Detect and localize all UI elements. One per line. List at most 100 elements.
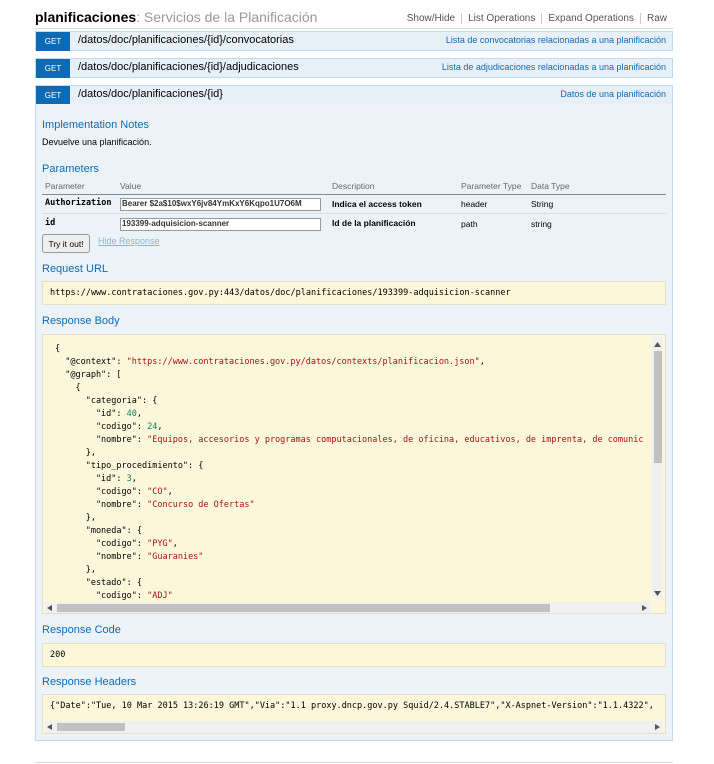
endpoint-path[interactable]: /datos/doc/planificaciones/{id} bbox=[78, 88, 223, 100]
json-string: "Guaranies" bbox=[147, 552, 204, 562]
resource-title: planificaciones: Servicios de la Planifi… bbox=[35, 9, 317, 25]
json-string: "Concurso de Ofertas" bbox=[147, 500, 255, 510]
json-punct: "categoria": { bbox=[55, 396, 158, 406]
horizontal-scrollbar[interactable] bbox=[45, 601, 650, 613]
json-punct: , bbox=[136, 409, 143, 419]
request-url-box: https://www.contrataciones.gov.py:443/da… bbox=[42, 281, 666, 305]
json-punct: , bbox=[167, 487, 173, 497]
expand-operations-link[interactable]: Expand Operations bbox=[548, 13, 634, 24]
method-badge[interactable]: GET bbox=[36, 59, 70, 78]
param-name: id bbox=[45, 218, 56, 228]
code-line: "moneda": { bbox=[55, 525, 644, 538]
endpoint-summary[interactable]: Datos de una planificación bbox=[560, 89, 666, 99]
resource-description: : Servicios de la Planificación bbox=[136, 9, 318, 25]
raw-link[interactable]: Raw bbox=[647, 13, 667, 24]
list-operations-link[interactable]: List Operations bbox=[468, 13, 535, 24]
method-badge[interactable]: GET bbox=[36, 32, 70, 51]
response-body-box[interactable]: { "@context": "https://www.contratacione… bbox=[42, 334, 666, 614]
code-line: }, bbox=[55, 447, 644, 460]
json-punct: "@context": bbox=[55, 357, 127, 367]
endpoint-summary[interactable]: Lista de adjudicaciones relacionadas a u… bbox=[442, 62, 666, 72]
code-line: }, bbox=[55, 564, 644, 577]
param-description: Id de la planificación bbox=[332, 218, 416, 228]
hide-response-link[interactable]: Hide Response bbox=[98, 236, 160, 246]
response-headers-value: {"Date":"Tue, 10 Mar 2015 13:26:19 GMT",… bbox=[50, 701, 654, 711]
json-punct: "nombre": bbox=[55, 552, 148, 562]
request-url-value: https://www.contrataciones.gov.py:443/da… bbox=[50, 288, 511, 298]
response-body-title: Response Body bbox=[42, 315, 120, 327]
horizontal-scrollbar[interactable] bbox=[45, 720, 663, 733]
resource-ops: Show/Hide List Operations Expand Operation… bbox=[407, 13, 667, 24]
scroll-thumb bbox=[57, 604, 550, 612]
ops-separator bbox=[461, 13, 463, 24]
method-badge[interactable]: GET bbox=[36, 86, 70, 105]
horizontal-scrollbar-graphic bbox=[45, 602, 650, 613]
json-number: 40 bbox=[126, 409, 137, 419]
json-punct: "codigo": bbox=[55, 591, 148, 601]
response-body-code: { "@context": "https://www.contratacione… bbox=[55, 343, 644, 603]
response-headers-box[interactable]: {"Date":"Tue, 10 Mar 2015 13:26:19 GMT",… bbox=[42, 694, 666, 734]
param-name: Authorization bbox=[45, 198, 112, 208]
code-line: "estado": { bbox=[55, 577, 644, 590]
endpoint-path[interactable]: /datos/doc/planificaciones/{id}/adjudica… bbox=[78, 61, 299, 73]
scroll-thumb bbox=[654, 351, 662, 463]
vertical-scrollbar[interactable] bbox=[652, 337, 663, 599]
json-punct: }, bbox=[55, 513, 96, 523]
json-punct: "codigo": bbox=[55, 487, 148, 497]
code-line: { bbox=[55, 343, 644, 356]
code-line: }, bbox=[55, 512, 644, 525]
param-col-header: Value bbox=[120, 181, 142, 191]
code-line: "nombre": "Concurso de Ofertas" bbox=[55, 499, 644, 512]
endpoint-adjudicaciones[interactable]: GET /datos/doc/planificaciones/{id}/adju… bbox=[35, 58, 673, 78]
authorization-input[interactable]: Bearer $2a$10$wxY6jv84YmKxY6Kqpo1U7O6M bbox=[120, 198, 321, 211]
parameters-title: Parameters bbox=[42, 163, 99, 175]
response-code-title: Response Code bbox=[42, 624, 121, 636]
json-punct: , bbox=[479, 357, 485, 367]
param-description: Indica el access token bbox=[332, 199, 422, 209]
code-line: "@context": "https://www.contrataciones.… bbox=[55, 356, 644, 369]
json-string: "Equipos, accesorios y programas computa… bbox=[147, 435, 644, 445]
json-punct: "tipo_procedimiento": { bbox=[55, 461, 204, 471]
ops-separator bbox=[541, 13, 543, 24]
json-punct: }, bbox=[55, 448, 96, 458]
code-line: "codigo": "CO", bbox=[55, 486, 644, 499]
json-punct: "moneda": { bbox=[55, 526, 142, 536]
show-hide-link[interactable]: Show/Hide bbox=[407, 13, 455, 24]
json-string: "ADJ" bbox=[147, 591, 173, 601]
table-divider bbox=[42, 194, 666, 195]
endpoint-planificacion[interactable]: GET /datos/doc/planificaciones/{id} Dato… bbox=[35, 85, 673, 105]
vertical-scrollbar-graphic bbox=[652, 337, 663, 599]
json-punct: , bbox=[157, 422, 163, 432]
code-line: "codigo": "PYG", bbox=[55, 538, 644, 551]
json-punct: "nombre": bbox=[55, 500, 148, 510]
code-line: "id": 3, bbox=[55, 473, 644, 486]
json-punct: { bbox=[55, 344, 61, 354]
json-punct: "nombre": bbox=[55, 435, 148, 445]
scroll-thumb bbox=[57, 723, 125, 731]
code-line: "categoria": { bbox=[55, 395, 644, 408]
json-punct: { bbox=[55, 383, 81, 393]
param-type: header bbox=[461, 199, 488, 209]
table-divider bbox=[42, 213, 666, 214]
json-punct: "id": bbox=[55, 409, 127, 419]
json-punct: "id": bbox=[55, 474, 127, 484]
endpoint-convocatorias[interactable]: GET /datos/doc/planificaciones/{id}/conv… bbox=[35, 31, 673, 51]
endpoint-summary[interactable]: Lista de convocatorias relacionadas a un… bbox=[446, 35, 666, 45]
endpoint-path[interactable]: /datos/doc/planificaciones/{id}/convocat… bbox=[78, 34, 294, 46]
json-punct: "@graph": [ bbox=[55, 370, 122, 380]
json-string: "CO" bbox=[147, 487, 168, 497]
try-it-out-button[interactable]: Try it out! bbox=[42, 234, 90, 253]
json-punct: , bbox=[131, 474, 137, 484]
request-url-title: Request URL bbox=[42, 263, 109, 275]
id-input[interactable]: 193399-adquisicion-scanner bbox=[120, 218, 321, 231]
resource-name[interactable]: planificaciones bbox=[35, 9, 136, 25]
code-line: "@graph": [ bbox=[55, 369, 644, 382]
horizontal-scrollbar-graphic bbox=[45, 721, 663, 733]
code-line: "tipo_procedimiento": { bbox=[55, 460, 644, 473]
param-col-header: Data Type bbox=[531, 181, 570, 191]
code-line: { bbox=[55, 382, 644, 395]
response-code-box: 200 bbox=[42, 643, 666, 667]
json-punct: "estado": { bbox=[55, 578, 142, 588]
param-type: path bbox=[461, 219, 478, 229]
implementation-notes-title: Implementation Notes bbox=[42, 119, 149, 131]
